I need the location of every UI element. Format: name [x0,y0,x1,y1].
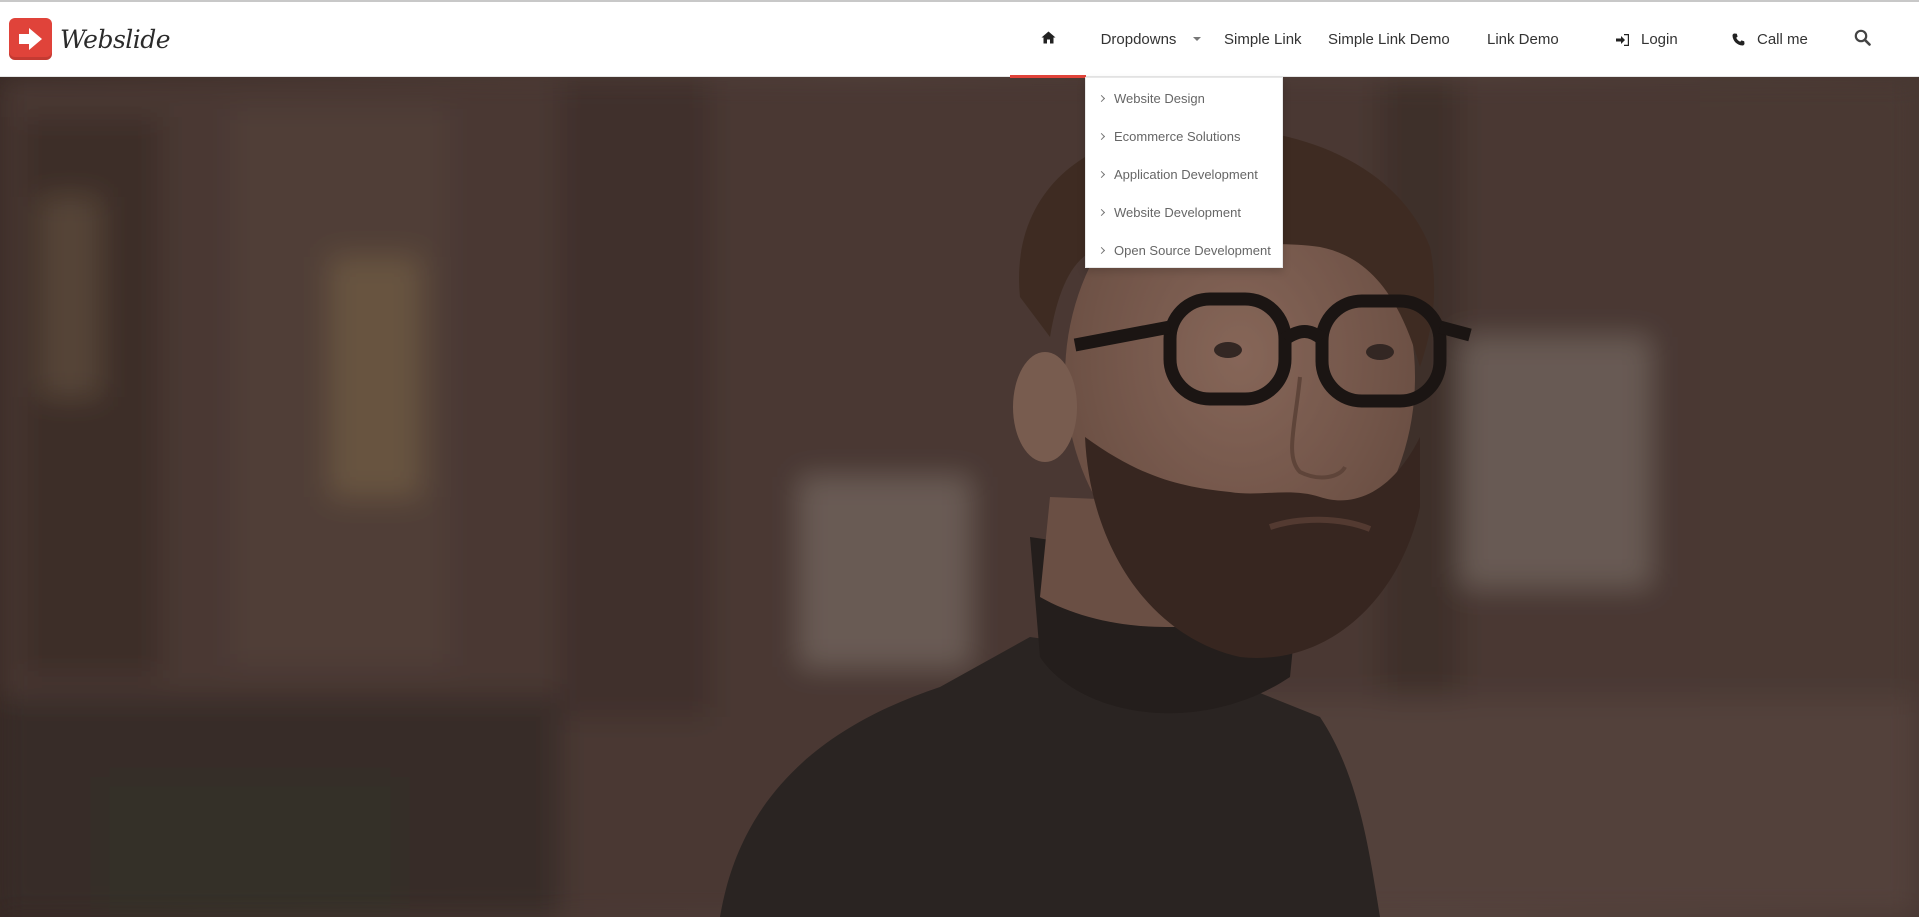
dropdown-menu: Website Design Ecommerce Solutions Appli… [1085,77,1283,268]
dropdown-item-website-design[interactable]: Website Design [1086,79,1282,117]
main-menu: Dropdowns Simple Link Simple Link Demo L… [1010,2,1919,78]
caret-down-icon [1193,36,1202,41]
dropdown-item-label: Website Design [1114,90,1205,106]
nav-home[interactable] [1010,2,1086,78]
search-button[interactable] [1838,2,1886,77]
sign-in-icon [1616,33,1629,46]
nav-simple-link-demo-label: Simple Link Demo [1328,31,1450,48]
nav-dropdowns-label: Dropdowns [1100,31,1177,48]
dropdown-item-label: Ecommerce Solutions [1114,128,1241,144]
nav-call-me-label: Call me [1757,31,1808,48]
chevron-right-icon [1097,246,1106,254]
nav-simple-link-demo[interactable]: Simple Link Demo [1326,2,1486,77]
chevron-right-icon [1097,170,1106,178]
chevron-right-icon [1097,208,1106,216]
logo[interactable]: Webslide [9,18,171,60]
nav-call-me[interactable]: Call me [1714,2,1838,77]
search-icon [1854,29,1871,50]
logo-text: Webslide [60,24,171,54]
nav-dropdowns[interactable]: Dropdowns [1086,2,1216,77]
dropdown-item-label: Website Development [1114,204,1241,220]
nav-simple-link-label: Simple Link [1224,31,1302,48]
dropdown-item-ecommerce-solutions[interactable]: Ecommerce Solutions [1086,117,1282,155]
dropdown-item-open-source-development[interactable]: Open Source Development [1086,231,1282,269]
chevron-right-icon [1097,132,1106,140]
hero-dark-overlay [0,77,1919,917]
chevron-right-icon [1097,94,1106,102]
logo-arrow-icon [9,18,52,60]
nav-simple-link[interactable]: Simple Link [1216,2,1326,77]
nav-link-demo[interactable]: Link Demo [1486,2,1602,77]
nav-login[interactable]: Login [1602,2,1714,77]
dropdown-item-application-development[interactable]: Application Development [1086,155,1282,193]
hero-image [0,77,1919,917]
home-icon [1041,31,1056,48]
dropdown-item-label: Open Source Development [1114,242,1271,258]
nav-login-label: Login [1641,31,1678,48]
dropdown-item-label: Application Development [1114,166,1258,182]
dropdown-item-website-development[interactable]: Website Development [1086,193,1282,231]
navbar: Webslide Dropdowns Simple Link Simple Li… [0,2,1919,78]
nav-link-demo-label: Link Demo [1487,31,1559,48]
phone-icon [1732,33,1745,46]
